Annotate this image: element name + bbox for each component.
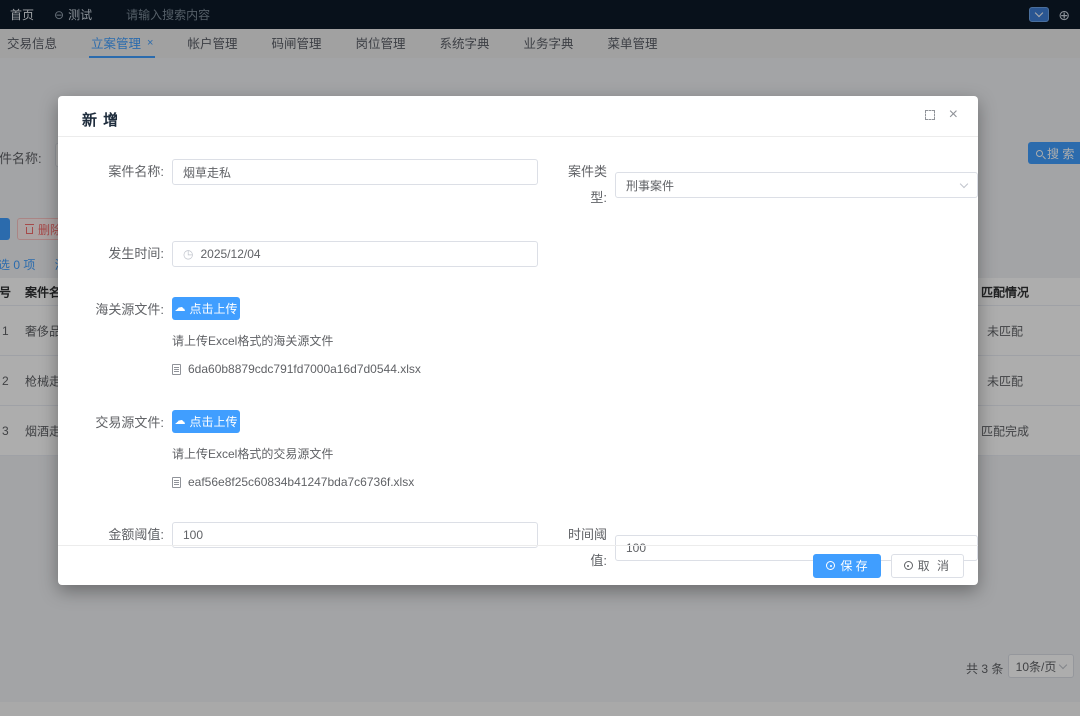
cloud-upload-icon: ☁ [174,416,185,427]
add-case-dialog: 新 增 × 案件名称: 案件类型: 刑事案件 发生时间: ◷ 2025/12/0… [58,96,978,585]
customs-file-item[interactable]: 6da60b8879cdc791fd7000a16d7d0544.xlsx [172,362,421,376]
occur-time-datepicker[interactable]: ◷ 2025/12/04 [172,241,538,267]
save-button[interactable]: 保 存 [813,554,880,578]
chevron-down-icon [960,179,968,187]
customs-file-field-group: 海关源文件: ☁ 点击上传 请上传Excel格式的海关源文件 6da60b887… [82,297,421,376]
case-name-field-group: 案件名称: [82,159,538,185]
trade-file-field-group: 交易源文件: ☁ 点击上传 请上传Excel格式的交易源文件 eaf56e8f2… [82,410,414,489]
close-icon[interactable]: × [949,109,958,121]
dialog-header: 新 增 × [58,96,978,137]
occur-time-field-group: 发生时间: ◷ 2025/12/04 [82,241,538,267]
trade-file-item[interactable]: eaf56e8f25c60834b41247bda7c6736f.xlsx [172,475,414,489]
customs-upload-tip: 请上传Excel格式的海关源文件 [172,332,421,349]
trade-upload-tip: 请上传Excel格式的交易源文件 [172,445,414,462]
document-icon [172,364,181,375]
cancel-button[interactable]: 取 消 [891,554,964,578]
cloud-upload-icon: ☁ [174,303,185,314]
case-name-label: 案件名称: [82,159,172,185]
case-type-label: 案件类型: [557,159,615,211]
customs-file-label: 海关源文件: [82,297,172,323]
trade-file-label: 交易源文件: [82,410,172,436]
document-icon [172,477,181,488]
clock-icon: ◷ [183,248,193,260]
fullscreen-icon[interactable] [925,110,935,120]
occur-time-value: 2025/12/04 [200,247,260,261]
case-name-input[interactable] [172,159,538,185]
dialog-footer: 保 存 取 消 [58,545,978,585]
trade-upload-button[interactable]: ☁ 点击上传 [172,410,240,433]
customs-upload-button[interactable]: ☁ 点击上传 [172,297,240,320]
dialog-title: 新 增 [82,109,119,130]
occur-time-label: 发生时间: [82,241,172,267]
circle-check-icon [826,561,835,570]
case-type-select[interactable]: 刑事案件 [615,172,978,198]
case-type-field-group: 案件类型: 刑事案件 [557,159,978,211]
trade-file-name: eaf56e8f25c60834b41247bda7c6736f.xlsx [188,475,414,489]
customs-file-name: 6da60b8879cdc791fd7000a16d7d0544.xlsx [188,362,421,376]
circle-close-icon [904,561,913,570]
case-type-value: 刑事案件 [626,177,961,194]
